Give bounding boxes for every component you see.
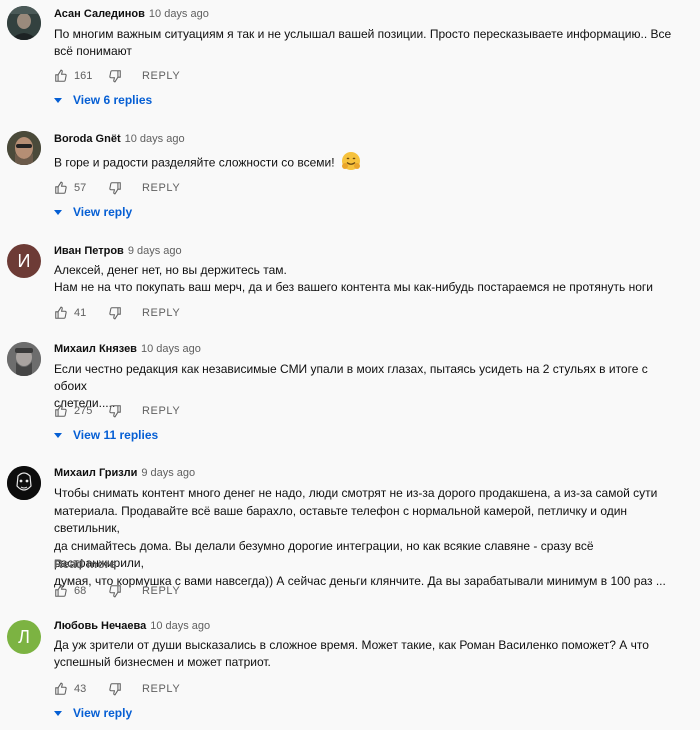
- thumbs-up-icon[interactable]: [54, 306, 68, 320]
- reply-button[interactable]: REPLY: [142, 405, 180, 417]
- avatar[interactable]: И: [7, 244, 41, 278]
- avatar[interactable]: [7, 342, 41, 376]
- comment-time[interactable]: 9 days ago: [128, 245, 182, 257]
- reply-button[interactable]: REPLY: [142, 683, 180, 695]
- comment-author[interactable]: Любовь Нечаева 10 days ago: [54, 620, 210, 632]
- view-replies-button[interactable]: View 11 replies: [54, 428, 158, 442]
- thumbs-down-icon[interactable]: [108, 69, 122, 83]
- caret-down-icon: [54, 209, 62, 215]
- reply-button[interactable]: REPLY: [142, 307, 180, 319]
- read-more-button[interactable]: Read more: [54, 557, 116, 571]
- like-count: 161: [74, 70, 93, 82]
- reply-button[interactable]: REPLY: [142, 585, 180, 597]
- comment-author[interactable]: Михаил Князев 10 days ago: [54, 343, 201, 355]
- comment-text: Чтобы снимать контент много денег не над…: [54, 486, 666, 588]
- thumbs-down-icon[interactable]: [108, 181, 122, 195]
- thumbs-up-icon[interactable]: [54, 69, 68, 83]
- like-count: 41: [74, 307, 87, 319]
- view-replies-button[interactable]: View reply: [54, 706, 132, 720]
- like-count: 275: [74, 405, 93, 417]
- like-count: 68: [74, 585, 87, 597]
- avatar[interactable]: [7, 466, 41, 500]
- comment-time[interactable]: 10 days ago: [150, 620, 210, 632]
- avatar[interactable]: [7, 6, 41, 40]
- reply-button[interactable]: REPLY: [142, 70, 180, 82]
- like-count: 43: [74, 683, 87, 695]
- comment-author[interactable]: Boroda Gnёt 10 days ago: [54, 133, 185, 145]
- like-count: 57: [74, 182, 87, 194]
- thumbs-up-icon[interactable]: [54, 404, 68, 418]
- comment-actions: 275 REPLY: [54, 403, 180, 419]
- hugging-face-emoji-icon: [341, 151, 361, 176]
- caret-down-icon: [54, 97, 62, 103]
- comment-actions: 68 REPLY: [54, 583, 180, 599]
- reply-button[interactable]: REPLY: [142, 182, 180, 194]
- avatar-letter: И: [17, 250, 31, 271]
- comment-actions: 161 REPLY: [54, 68, 180, 84]
- comment-author[interactable]: Иван Петров 9 days ago: [54, 245, 182, 257]
- comment-time[interactable]: 10 days ago: [149, 8, 209, 20]
- comment-actions: 43 REPLY: [54, 681, 180, 697]
- comment-time[interactable]: 10 days ago: [141, 343, 201, 355]
- avatar-letter: Л: [18, 626, 30, 647]
- comment-actions: 57 REPLY: [54, 180, 180, 196]
- thumbs-down-icon[interactable]: [108, 306, 122, 320]
- comment-time[interactable]: 10 days ago: [125, 133, 185, 145]
- comment-text: По многим важным ситуациям я так и не ус…: [54, 27, 672, 58]
- thumbs-up-icon[interactable]: [54, 584, 68, 598]
- comment-author[interactable]: Асан Салединов 10 days ago: [54, 8, 209, 20]
- thumbs-down-icon[interactable]: [108, 682, 122, 696]
- comment-actions: 41 REPLY: [54, 305, 180, 321]
- comment-text: Да уж зрители от души высказались в слож…: [54, 638, 649, 669]
- comment-author[interactable]: Михаил Гризли 9 days ago: [54, 467, 195, 479]
- thumbs-down-icon[interactable]: [108, 584, 122, 598]
- view-replies-button[interactable]: View reply: [54, 205, 132, 219]
- comment-time[interactable]: 9 days ago: [141, 467, 195, 479]
- comment-text: Алексей, денег нет, но вы держитесь там.…: [54, 263, 653, 294]
- thumbs-up-icon[interactable]: [54, 181, 68, 195]
- caret-down-icon: [54, 432, 62, 438]
- view-replies-button[interactable]: View 6 replies: [54, 93, 152, 107]
- thumbs-down-icon[interactable]: [108, 404, 122, 418]
- avatar[interactable]: Л: [7, 620, 41, 654]
- caret-down-icon: [54, 710, 62, 716]
- comment-text: В горе и радости разделяйте сложности со…: [54, 151, 679, 176]
- thumbs-up-icon[interactable]: [54, 682, 68, 696]
- avatar[interactable]: [7, 131, 41, 165]
